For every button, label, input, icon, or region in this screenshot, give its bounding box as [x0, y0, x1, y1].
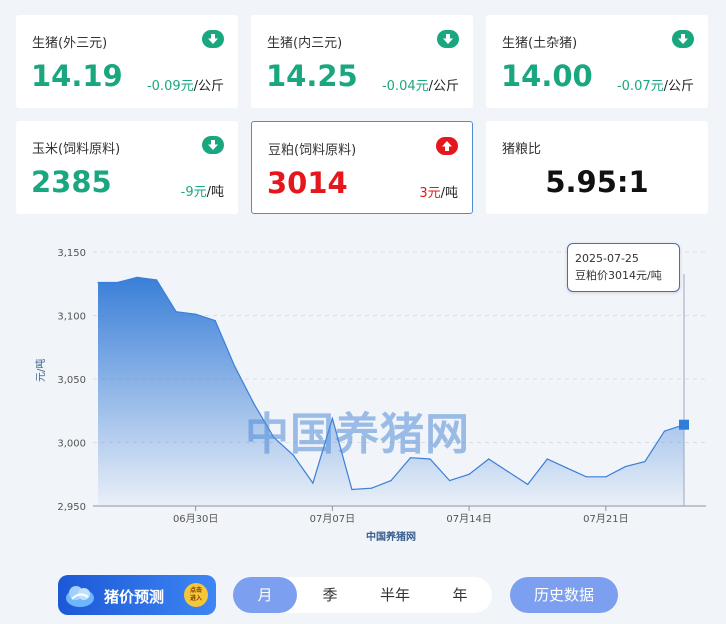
x-tick-label: 06月30日	[173, 513, 218, 525]
y-tick-label: 2,950	[57, 502, 86, 513]
chart-point	[449, 480, 451, 482]
chart-point	[566, 467, 568, 469]
chart-point	[488, 458, 490, 460]
period-year[interactable]: 年	[428, 577, 492, 613]
chart-point	[234, 365, 236, 367]
card-change: -0.07元/公斤	[616, 79, 694, 94]
card-price: 14.25	[266, 59, 358, 93]
card-price: 14.19	[31, 59, 123, 93]
price-card-soybean-meal[interactable]: 豆粕(饲料原料) 3014 3元/吨	[251, 121, 473, 214]
chart-point	[527, 483, 529, 486]
x-tick-label: 07月07日	[310, 513, 355, 525]
card-title: 玉米(饲料原料)	[32, 142, 121, 157]
period-quarter[interactable]: 季	[298, 577, 362, 613]
chart-tooltip: 2025-07-25 豆粕价3014元/吨	[567, 243, 680, 292]
tooltip-date: 2025-07-25	[575, 252, 639, 265]
card-change: 3元/吨	[419, 186, 458, 201]
chart-point	[390, 480, 392, 482]
enter-badge: 点击 进入	[184, 583, 208, 607]
period-half-year[interactable]: 半年	[363, 577, 427, 613]
chart-point	[136, 276, 138, 278]
chart-point	[195, 313, 197, 315]
watermark: 中国养猪网	[245, 409, 470, 460]
chart-point	[507, 471, 509, 473]
chart-point	[546, 458, 548, 460]
price-forecast-button[interactable]: 猪价预测 点击 进入	[58, 575, 216, 615]
chart-point	[624, 466, 627, 468]
price-card-pig-waisanyuan[interactable]: 生猪(外三元) 14.19 -0.09元/公斤	[16, 15, 238, 108]
card-title: 豆粕(饲料原料)	[268, 143, 357, 158]
y-axis-label: 元/吨	[34, 359, 47, 382]
chart-active-point	[679, 419, 689, 430]
card-price: 14.00	[501, 59, 593, 93]
y-tick-label: 3,150	[57, 248, 86, 259]
card-change: -0.09元/公斤	[146, 79, 224, 94]
arrow-down-icon	[672, 30, 694, 48]
card-change: -9元/吨	[180, 185, 224, 200]
chart-point	[663, 430, 666, 432]
card-change: -0.04元/公斤	[381, 79, 459, 94]
chart-point	[351, 488, 353, 491]
x-tick-label: 07月14日	[446, 513, 491, 525]
arrow-down-icon	[202, 30, 224, 48]
chart-point	[97, 281, 99, 284]
x-tick-label: 07月21日	[583, 513, 628, 525]
card-price: 2385	[31, 165, 112, 199]
ratio-card-pig-grain[interactable]: 猪粮比 5.95:1	[486, 121, 708, 214]
card-price: 3014	[267, 166, 348, 200]
chart-point	[312, 482, 314, 484]
card-title: 生猪(外三元)	[32, 36, 108, 51]
period-month[interactable]: 月	[233, 577, 297, 613]
arrow-down-icon	[202, 136, 224, 154]
y-tick-label: 3,050	[57, 375, 86, 386]
x-axis-label: 中国养猪网	[366, 530, 416, 543]
period-selector: 月 季 半年 年	[233, 577, 492, 613]
chart-point	[605, 476, 607, 478]
y-tick-label: 3,000	[57, 439, 86, 450]
chart-point	[175, 311, 177, 313]
chart-point	[116, 281, 119, 284]
chart-point	[156, 279, 158, 281]
chart-point	[644, 460, 646, 463]
price-card-pig-tuzazhu[interactable]: 生猪(土杂猪) 14.00 -0.07元/公斤	[486, 15, 708, 108]
chart-point	[370, 487, 373, 489]
cloud-logo-icon	[66, 586, 94, 607]
chart-area	[98, 277, 684, 506]
y-tick-label: 3,100	[57, 312, 86, 323]
card-title: 生猪(内三元)	[267, 36, 343, 51]
ratio-value: 5.95:1	[545, 165, 649, 199]
forecast-label: 猪价预测	[104, 588, 165, 606]
tooltip-text: 豆粕价3014元/吨	[575, 269, 662, 282]
chart-point	[214, 319, 216, 322]
chart-point	[468, 473, 470, 475]
history-data-button[interactable]: 历史数据	[510, 577, 618, 613]
card-title: 猪粮比	[502, 142, 542, 157]
arrow-down-icon	[437, 30, 459, 48]
arrow-up-icon	[436, 137, 458, 155]
price-card-corn[interactable]: 玉米(饲料原料) 2385 -9元/吨	[16, 121, 238, 214]
chart-point	[585, 476, 587, 478]
card-title: 生猪(土杂猪)	[502, 36, 578, 51]
price-card-pig-neisanyuan[interactable]: 生猪(内三元) 14.25 -0.04元/公斤	[251, 15, 473, 108]
